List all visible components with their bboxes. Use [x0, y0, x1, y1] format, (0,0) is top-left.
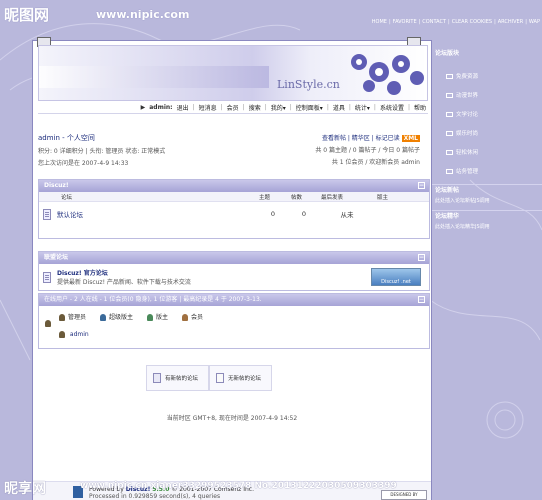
top-links: HOME | FAVORITE | CONTACT | CLEAR COOKIES | … [371, 19, 540, 25]
no-new-posts-legend: 无新帖的论坛 [209, 365, 273, 391]
league-forum-icon [43, 271, 51, 283]
league-forum-desc: 提供最新 Discuz! 产品新闻、软件下载与技术交流 [57, 279, 191, 286]
collapse-icon[interactable]: − [418, 254, 425, 261]
online-users: 在线用户 - 2 人在线 - 1 位会员(0 隐身), 1 位游客 | 最高纪录… [38, 293, 430, 349]
user-nav-bar: ▶ admin: 退出 | 短消息 | 会员 | 搜索 | 我的▾ | 控制面板▾ | 道具… [38, 101, 428, 114]
nav-messages[interactable]: 短消息 [199, 103, 217, 112]
forum-status-legend: 有新帖的论坛 无新帖的论坛 [146, 365, 273, 391]
designed-by-badge[interactable]: DESIGNED BY LINSTYLE.CN [381, 490, 427, 500]
header-banner: LinStyle.cn [38, 45, 428, 101]
timezone-info: 当前时区 GMT+8, 现在时间是 2007-4-9 14:52 [166, 415, 298, 422]
processed-info: Processed in 0.929859 second(s), 4 queri… [89, 493, 221, 500]
sidebar-item-free-resources[interactable]: 免费资源 [432, 66, 542, 85]
nav-settings[interactable]: 系统设置 [380, 103, 404, 112]
sidebar-title-boards: 论坛版块 [435, 50, 460, 57]
sidebar-item-entertainment[interactable]: 娱乐时尚 [432, 123, 542, 142]
sidebar-title-digest: 论坛精华 [432, 210, 542, 222]
top-link-favorite[interactable]: FAVORITE [393, 19, 417, 25]
welcome-panel: admin - 个人空间 积分: 0 详细积分 | 头衔: 管理员 状态: 正常… [38, 133, 428, 167]
forum-category-discuz: Discuz! − 论坛 主题 帖数 最后发表 版主 默认论坛 0 0 从未 [38, 179, 430, 239]
username[interactable]: admin: [149, 104, 172, 111]
xml-badge[interactable]: XML [401, 135, 420, 142]
new-posts-caption: 此处插入论坛新帖JS调用 [435, 198, 490, 204]
nav-stats[interactable]: 统计▾ [355, 103, 370, 112]
nav-logout[interactable]: 退出 [177, 103, 189, 112]
nav-help[interactable]: 帮助 [414, 103, 426, 112]
watermark-site: 昵图网 [4, 6, 50, 24]
sidebar-item-leisure[interactable]: 轻松休闲 [432, 142, 542, 161]
discuz-badge-logo[interactable]: Discuz! .net [371, 268, 421, 286]
user-icon [59, 331, 65, 338]
online-group-icon [45, 320, 51, 327]
user-arrow-icon: ▶ [140, 103, 146, 111]
nav-tools[interactable]: 道具 [333, 103, 345, 112]
watermark-bottom-site: 昵享网 [4, 481, 46, 497]
top-link-contact[interactable]: CONTACT [422, 19, 446, 25]
member-stats: 共 1 位会员 / 欢迎新会员 admin [331, 159, 420, 166]
online-summary: 在线用户 - 2 人在线 - 1 位会员(0 隐身), 1 位游客 | 最高纪录… [44, 296, 262, 303]
no-new-posts-icon [216, 373, 225, 383]
watermark-bottom-url: www.nipic.cn xianer33299523578 No.201312… [80, 481, 397, 491]
league-forum-name[interactable]: Discuz! 官方论坛 [57, 268, 191, 277]
category-title: Discuz! [44, 182, 69, 189]
collapse-icon[interactable]: − [418, 182, 425, 189]
mod-icon [147, 314, 154, 321]
nav-mine[interactable]: 我的▾ [271, 103, 286, 112]
admin-icon [59, 314, 65, 321]
forum-name[interactable]: 默认论坛 [57, 209, 257, 219]
top-link-archiver[interactable]: ARCHIVER [498, 19, 523, 25]
league-forums: 联盟论坛 − Discuz! 官方论坛 提供最新 Discuz! 产品新闻、软件… [38, 251, 430, 291]
forum-page: LinStyle.cn ▶ admin: 退出 | 短消息 | 会员 | 搜索 | 我的… [32, 37, 432, 500]
online-user[interactable]: admin [70, 331, 89, 338]
forum-row[interactable]: 默认论坛 0 0 从未 [39, 202, 429, 226]
sidebar-item-admin[interactable]: 站务管理 [432, 161, 542, 180]
new-posts-legend: 有新帖的论坛 [146, 365, 210, 391]
user-legend: 管理员 超级版主 版主 会员 [59, 312, 203, 321]
sidebar-item-literature[interactable]: 文学讨论 [432, 104, 542, 123]
digest-caption: 此处插入论坛精华JS调用 [435, 224, 490, 230]
quick-links[interactable]: 查看新帖 | 精华区 | 标记已读 [322, 135, 400, 142]
league-title: 联盟论坛 [44, 254, 69, 261]
post-stats: 共 0 篇主题 / 0 篇帖子 / 今日 0 篇帖子 [315, 147, 420, 154]
top-link-clear-cookies[interactable]: CLEAR COOKIES [452, 19, 492, 25]
forum-table-header: 论坛 主题 帖数 最后发表 版主 [39, 192, 429, 202]
site-logo[interactable]: LinStyle.cn [277, 78, 340, 91]
member-icon [182, 314, 189, 321]
forum-icon [43, 208, 51, 220]
new-posts-icon [153, 373, 161, 383]
sidebar-item-anime[interactable]: 动漫世界 [432, 85, 542, 104]
sidebar: 论坛版块 免费资源 动漫世界 文学讨论 娱乐时尚 轻松休闲 站务管理 论坛新帖 … [432, 48, 542, 230]
nav-search[interactable]: 搜索 [249, 103, 261, 112]
nav-members[interactable]: 会员 [227, 103, 239, 112]
top-link-home[interactable]: HOME [372, 19, 387, 25]
top-link-wap[interactable]: WAP [529, 19, 540, 25]
watermark-url: www.nipic.com [96, 8, 190, 21]
super-mod-icon [100, 314, 107, 321]
floral-ornament-icon [351, 54, 424, 95]
nav-control-panel[interactable]: 控制面板▾ [296, 103, 323, 112]
collapse-icon[interactable]: − [418, 296, 425, 303]
sidebar-title-new-posts: 论坛新帖 [432, 184, 542, 196]
